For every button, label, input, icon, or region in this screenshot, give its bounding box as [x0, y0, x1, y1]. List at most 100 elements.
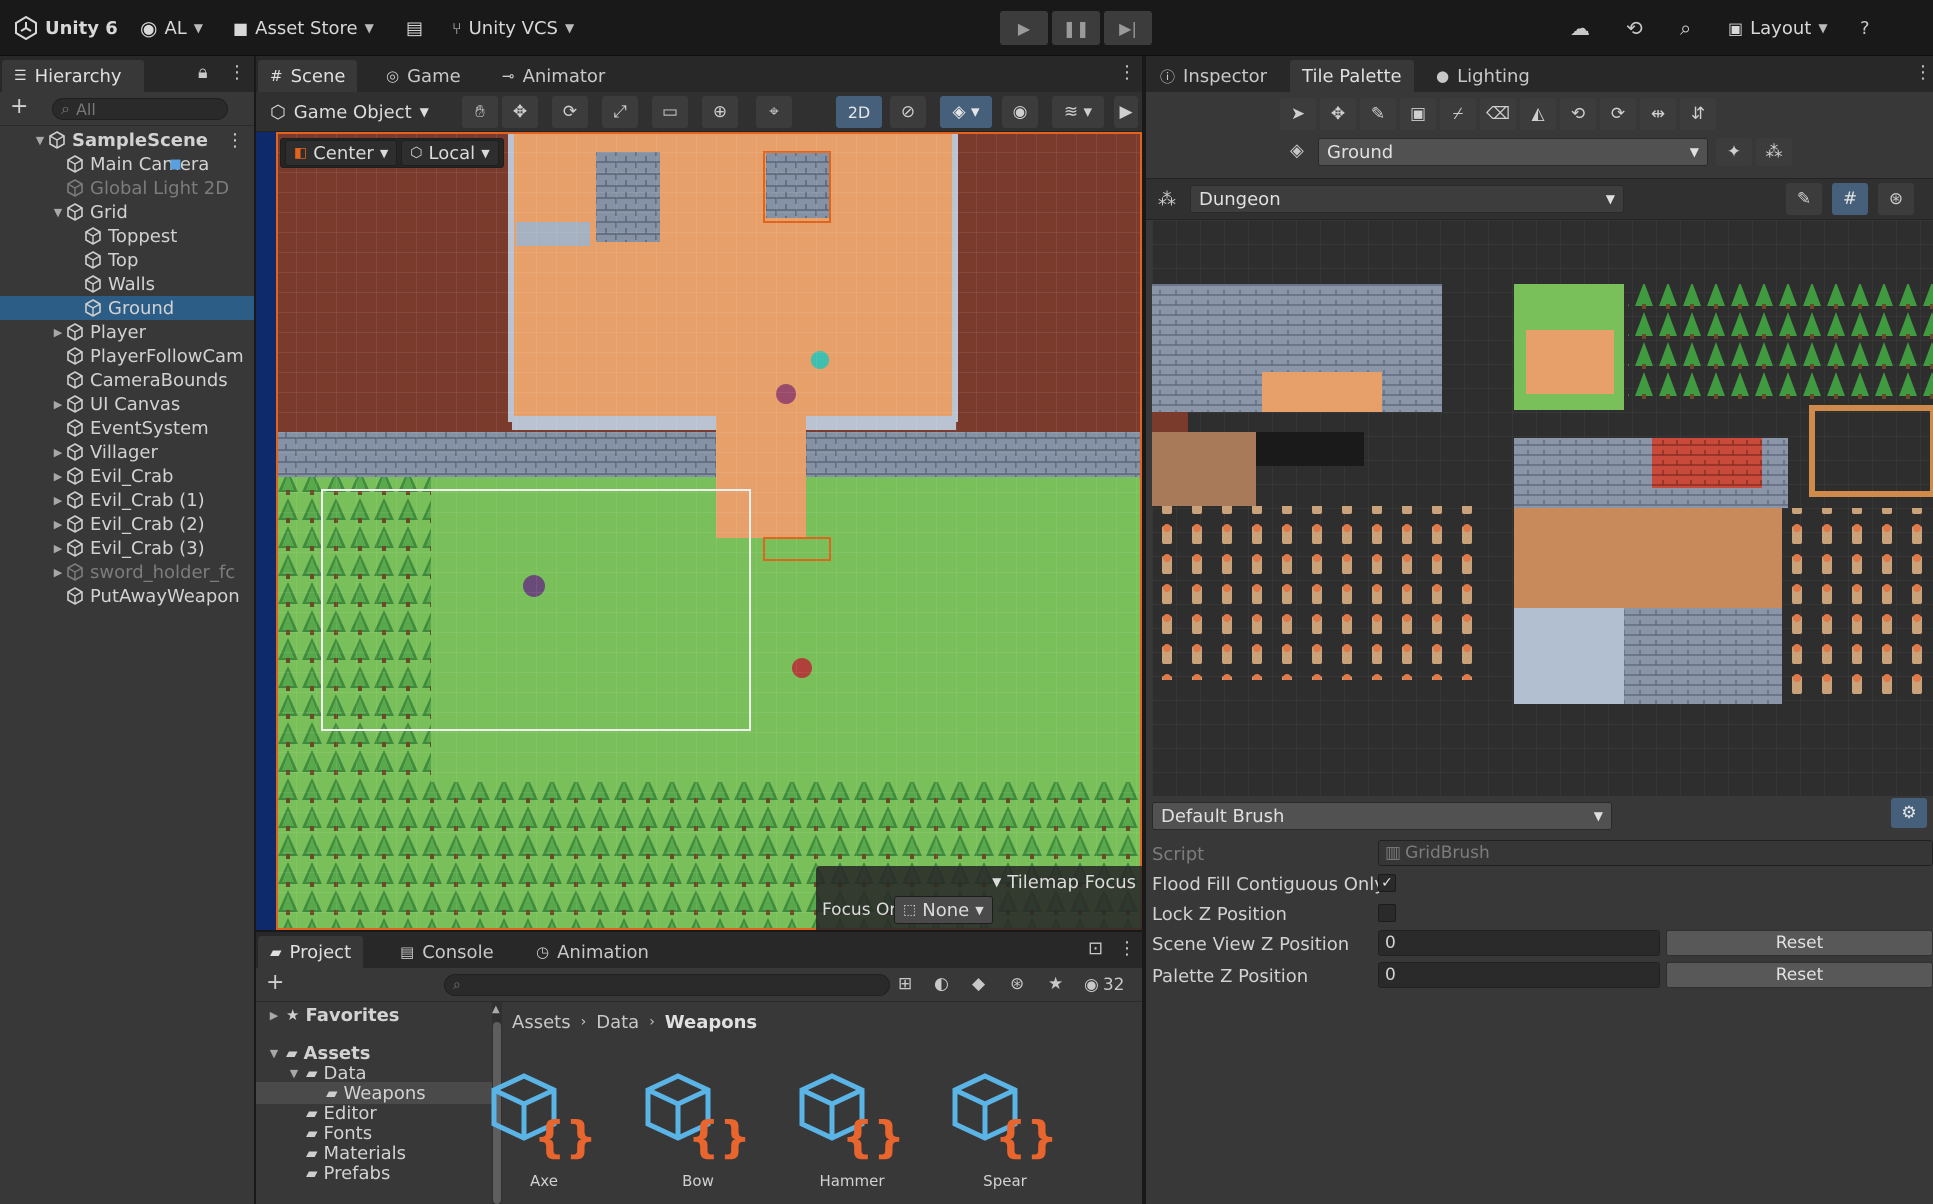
add-icon[interactable]: +	[10, 94, 28, 119]
select-tool[interactable]: ➤	[1280, 98, 1316, 130]
tab-lighting[interactable]: ● Lighting	[1424, 60, 1542, 92]
tile-palette-grid[interactable]	[1152, 220, 1933, 796]
hierarchy-item[interactable]: Top	[0, 248, 254, 272]
more-icon[interactable]: ⋮	[1118, 938, 1136, 959]
project-tree-item[interactable]: ▰ Fonts	[256, 1122, 492, 1144]
more-icon[interactable]: ⋮	[1914, 62, 1932, 83]
hierarchy-item[interactable]: Ground	[0, 296, 254, 320]
project-tree-item[interactable]: ▰ Prefabs	[256, 1162, 492, 1184]
tab-project[interactable]: ▰ Project	[258, 936, 364, 968]
edit-palette-button[interactable]: ✎	[1786, 183, 1822, 215]
active-target-button[interactable]: ✦	[1716, 138, 1752, 166]
hidden-packages-toggle[interactable]: ◉ 32	[1084, 972, 1124, 998]
expand-right-icon[interactable]: ▶	[50, 446, 66, 459]
pivot-dropdown[interactable]: ◧ Center ▼	[285, 140, 398, 166]
hierarchy-item[interactable]: ▶ Evil_Crab (1)	[0, 488, 254, 512]
move-tool[interactable]: ✥	[1320, 98, 1356, 130]
rotate-ccw-tool[interactable]: ⟲	[1560, 98, 1596, 130]
scene-menu-icon[interactable]: ⋮	[226, 130, 244, 151]
rotate-cw-tool[interactable]: ⟳	[1600, 98, 1636, 130]
hierarchy-item[interactable]: Walls	[0, 272, 254, 296]
transform-tool[interactable]: ⊕	[702, 96, 738, 128]
scale-tool[interactable]: ⤢	[602, 96, 638, 128]
breadcrumb-data[interactable]: Data	[596, 1012, 639, 1033]
game-object-dropdown[interactable]: ⬡ Game Object ▼	[270, 96, 429, 128]
palette-z-input[interactable]: 0	[1378, 962, 1660, 988]
expand-right-icon[interactable]: ▶	[50, 326, 66, 339]
expand-down-icon[interactable]: ▼	[286, 1067, 302, 1080]
grid-toggle[interactable]: #	[1832, 183, 1868, 215]
flip-y-tool[interactable]: ⇵	[1680, 98, 1716, 130]
project-tree-item[interactable]: ▶ ★ Favorites	[256, 1004, 492, 1026]
tab-game[interactable]: ◎ Game	[374, 60, 473, 92]
breadcrumb-weapons[interactable]: Weapons	[665, 1012, 757, 1033]
add-icon[interactable]: +	[266, 970, 284, 995]
hierarchy-item[interactable]: PlayerFollowCam	[0, 344, 254, 368]
asset-item[interactable]: {} Axe	[484, 1064, 604, 1194]
lock-icon[interactable]: ⊡	[1088, 938, 1103, 959]
hand-tool[interactable]: ✋︎	[462, 96, 498, 128]
hierarchy-item[interactable]: ▶ sword_holder_fc	[0, 560, 254, 584]
vcs-dropdown[interactable]: ⑂ Unity VCS ▼	[452, 12, 574, 44]
star-icon[interactable]: ★	[1048, 974, 1063, 994]
warning-icon[interactable]: ⊛	[1010, 974, 1024, 994]
lock-icon[interactable]: 🔒︎	[198, 62, 208, 83]
brush-settings-button[interactable]: ⚙	[1891, 798, 1927, 828]
hierarchy-search-input[interactable]: ⌕ All	[52, 98, 228, 120]
tab-console[interactable]: ▤ Console	[388, 936, 506, 968]
hierarchy-item[interactable]: ▶ UI Canvas	[0, 392, 254, 416]
history-icon[interactable]: ⟲	[1626, 12, 1643, 44]
eraser-tool[interactable]: ⌫	[1480, 98, 1516, 130]
audio-toggle[interactable]: ◈ ▾	[940, 96, 992, 128]
more-icon[interactable]: ⋮	[1118, 62, 1136, 83]
expand-right-icon[interactable]: ▶	[50, 470, 66, 483]
picker-tool[interactable]: ⌿	[1440, 98, 1476, 130]
visibility-toggle[interactable]: ◉	[1002, 96, 1038, 128]
lock-z-checkbox[interactable]	[1378, 904, 1396, 922]
rect-tool[interactable]: ▭	[652, 96, 688, 128]
hierarchy-item[interactable]: ▶ Villager	[0, 440, 254, 464]
asset-store-dropdown[interactable]: ■ Asset Store ▼	[233, 12, 374, 44]
hierarchy-item[interactable]: ▶ Player	[0, 320, 254, 344]
project-tree-item[interactable]: ▰ Materials	[256, 1142, 492, 1164]
pause-button[interactable]: ❚❚	[1052, 11, 1100, 45]
tab-tile-palette[interactable]: Tile Palette	[1290, 60, 1414, 92]
tab-hierarchy[interactable]: ☰ Hierarchy	[2, 60, 144, 92]
palette-settings-button[interactable]: ⁂	[1756, 138, 1792, 166]
gizmos-toggle[interactable]: ⊛	[1878, 183, 1914, 215]
asset-item[interactable]: {} Hammer	[792, 1064, 912, 1194]
project-tree-item[interactable]: ▼ ▰ Data	[256, 1062, 492, 1084]
tab-scene[interactable]: # Scene	[258, 60, 358, 92]
expand-down-icon[interactable]: ▼	[50, 206, 66, 219]
hierarchy-item[interactable]: Main Camera ■	[0, 152, 254, 176]
paint-tool[interactable]: ✎	[1360, 98, 1396, 130]
cloud-icon[interactable]: ☁	[1570, 12, 1590, 44]
box-fill-tool[interactable]: ▣	[1400, 98, 1436, 130]
play-button[interactable]: ▶	[1000, 11, 1048, 45]
layers-dropdown[interactable]: ≋ ▾	[1052, 96, 1104, 128]
project-tree-item[interactable]: ▼ ▰ Assets	[256, 1042, 492, 1064]
hierarchy-item[interactable]: Toppest	[0, 224, 254, 248]
palette-dropdown[interactable]: Dungeon ▼	[1190, 185, 1624, 213]
fill-tool[interactable]: ◭	[1520, 98, 1556, 130]
brush-dropdown[interactable]: Default Brush ▼	[1152, 802, 1612, 830]
asset-item[interactable]: {} Bow	[638, 1064, 758, 1194]
type-filter-icon[interactable]: ◐	[934, 974, 949, 994]
layout-dropdown[interactable]: ▣ Layout ▼	[1728, 12, 1828, 44]
package-manager-button[interactable]: ▤	[406, 12, 423, 44]
search-icon[interactable]: ⌕	[1680, 12, 1691, 44]
focus-on-dropdown[interactable]: ⬚ None ▼	[894, 896, 993, 924]
expand-right-icon[interactable]: ▶	[50, 542, 66, 555]
unity-logo[interactable]: Unity 6	[14, 12, 118, 44]
project-search-input[interactable]: ⌕	[444, 974, 890, 996]
hierarchy-item[interactable]: ▶ Evil_Crab (3)	[0, 536, 254, 560]
hierarchy-item[interactable]: ▼ SampleScene ⋮	[0, 128, 254, 152]
expand-right-icon[interactable]: ▶	[50, 518, 66, 531]
expand-down-icon[interactable]: ▼	[32, 134, 48, 147]
space-dropdown[interactable]: ⬡ Local ▼	[401, 140, 499, 166]
expand-right-icon[interactable]: ▶	[266, 1009, 282, 1022]
scene-view-z-reset-button[interactable]: Reset	[1666, 930, 1933, 956]
step-button[interactable]: ▶|	[1104, 11, 1152, 45]
toggle-2d-button[interactable]: 2D	[836, 96, 882, 128]
hierarchy-item[interactable]: Global Light 2D	[0, 176, 254, 200]
